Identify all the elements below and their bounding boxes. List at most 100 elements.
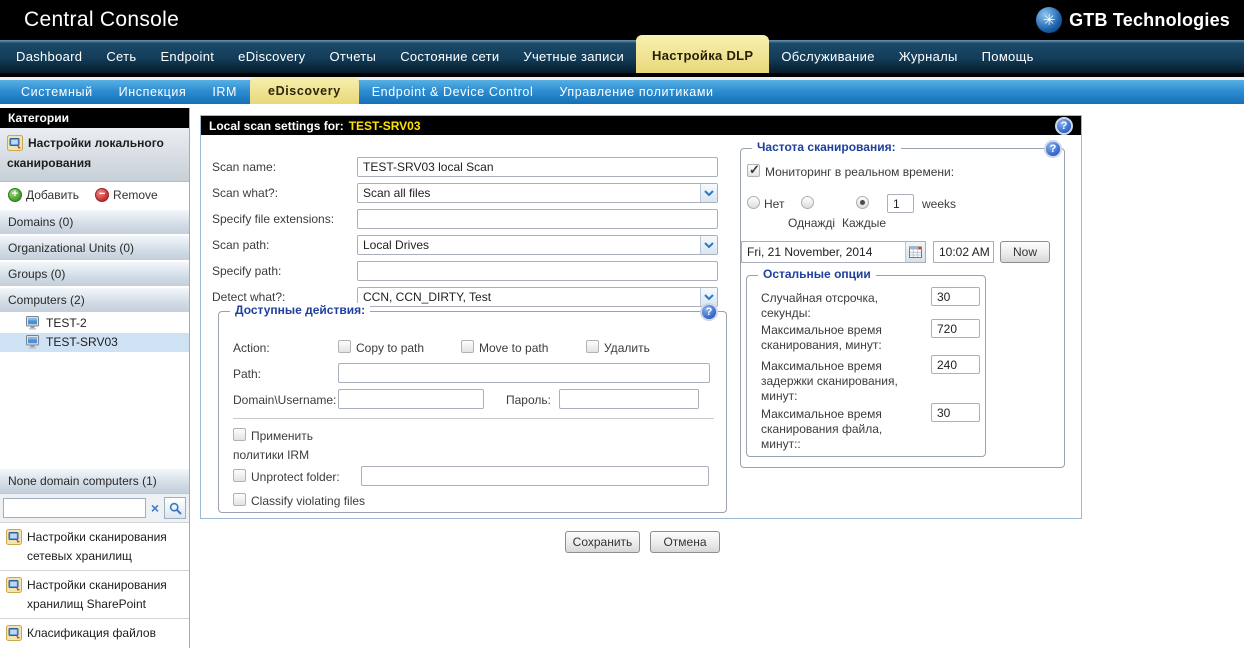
subnav-inspection[interactable]: Инспекция bbox=[106, 80, 200, 104]
nav-maintenance[interactable]: Обслуживание bbox=[769, 40, 886, 73]
sidebar-item-file-classification[interactable]: Класификация файлов bbox=[0, 618, 189, 648]
scan-path-select[interactable]: Local Drives bbox=[357, 235, 718, 255]
nav-dashboard[interactable]: Dashboard bbox=[4, 40, 94, 73]
sidebar-group-none-domain-computers[interactable]: None domain computers (1) bbox=[0, 469, 189, 494]
subnav-system[interactable]: Системный bbox=[8, 80, 106, 104]
detect-what-select[interactable]: CCN, CCN_DIRTY, Test bbox=[357, 287, 718, 307]
save-button[interactable]: Сохранить bbox=[565, 531, 640, 553]
unprotect-folder-checkbox[interactable] bbox=[233, 469, 246, 482]
add-plus-icon: + bbox=[8, 187, 22, 202]
path-label: Path: bbox=[233, 367, 262, 381]
copy-to-path-label: Copy to path bbox=[356, 341, 425, 355]
actions-fieldset: Доступные действия: ? Action: Copy to pa… bbox=[218, 303, 727, 513]
realtime-monitoring-label: Мониторинг в реальном времени: bbox=[765, 165, 955, 179]
frequency-every-radio[interactable] bbox=[856, 196, 869, 209]
calendar-icon[interactable] bbox=[905, 242, 925, 262]
detect-what-value: CCN, CCN_DIRTY, Test bbox=[363, 290, 492, 304]
sidebar-item-sharepoint-scan[interactable]: Настройки сканирования хранилищ SharePoi… bbox=[0, 570, 189, 619]
subnav-endpoint-device-control[interactable]: Endpoint & Device Control bbox=[359, 80, 547, 104]
search-input[interactable] bbox=[3, 498, 146, 519]
sidebar-add-remove-row: + Добавить − Remove bbox=[0, 181, 189, 208]
apply-irm-label-line2: политики IRM bbox=[233, 448, 310, 462]
file-extensions-input[interactable] bbox=[357, 209, 718, 229]
time-value: 10:02 AM bbox=[939, 245, 990, 259]
computer-name: TEST-2 bbox=[46, 316, 87, 331]
nav-network-status[interactable]: Состояние сети bbox=[388, 40, 511, 73]
nav-dlp-setup-active[interactable]: Настройка DLP bbox=[636, 35, 770, 73]
other-options-legend: Остальные опции bbox=[758, 267, 876, 281]
scan-path-label: Scan path: bbox=[212, 238, 270, 252]
help-icon[interactable]: ? bbox=[1055, 116, 1073, 135]
app-title: Central Console bbox=[24, 8, 180, 31]
specify-path-input[interactable] bbox=[357, 261, 718, 281]
remove-minus-icon: − bbox=[95, 187, 110, 202]
tree-item-computer[interactable]: TEST-2 bbox=[0, 314, 189, 333]
helm-logo-icon: ✳ bbox=[1036, 7, 1063, 33]
sidebar-group-computers[interactable]: Computers (2) bbox=[0, 287, 189, 312]
random-delay-input[interactable] bbox=[931, 287, 980, 306]
nav-help[interactable]: Помощь bbox=[970, 40, 1046, 73]
classify-files-checkbox[interactable] bbox=[233, 493, 246, 506]
frequency-once-radio[interactable] bbox=[801, 196, 814, 209]
classify-files-label: Classify violating files bbox=[251, 494, 366, 508]
frequency-no-radio[interactable] bbox=[747, 196, 760, 209]
remove-button[interactable]: − Remove bbox=[95, 187, 158, 202]
nav-accounts[interactable]: Учетные записи bbox=[511, 40, 636, 73]
sidebar-group-domains[interactable]: Domains (0) bbox=[0, 209, 189, 234]
scan-what-select[interactable]: Scan all files bbox=[357, 183, 718, 203]
computer-icon bbox=[26, 316, 39, 330]
nav-reports[interactable]: Отчеты bbox=[317, 40, 388, 73]
add-button[interactable]: + Добавить bbox=[8, 187, 79, 202]
scan-name-input[interactable] bbox=[357, 157, 718, 177]
search-icon bbox=[169, 502, 182, 515]
nav-logs[interactable]: Журналы bbox=[887, 40, 970, 73]
nav-network[interactable]: Сеть bbox=[94, 40, 148, 73]
help-icon[interactable]: ? bbox=[1044, 140, 1062, 158]
sub-nav: Системный Инспекция IRM eDiscovery Endpo… bbox=[0, 77, 1244, 104]
max-scan-delay-input[interactable] bbox=[931, 355, 980, 374]
search-button[interactable] bbox=[164, 497, 186, 520]
password-input[interactable] bbox=[559, 389, 699, 409]
subnav-irm[interactable]: IRM bbox=[199, 80, 250, 104]
path-input[interactable] bbox=[338, 363, 710, 383]
nav-endpoint[interactable]: Endpoint bbox=[148, 40, 226, 73]
sidebar-group-organizational-units[interactable]: Organizational Units (0) bbox=[0, 235, 189, 260]
clear-search-icon[interactable]: × bbox=[148, 500, 162, 516]
file-extensions-label: Specify file extensions: bbox=[212, 212, 335, 226]
nav-ediscovery[interactable]: eDiscovery bbox=[226, 40, 317, 73]
domain-username-input[interactable] bbox=[338, 389, 484, 409]
password-label: Пароль: bbox=[506, 393, 551, 407]
frequency-every-label: Каждые bbox=[842, 216, 886, 230]
divider bbox=[233, 418, 714, 419]
subnav-policy-management[interactable]: Управление политиками bbox=[546, 80, 726, 104]
weeks-label: weeks bbox=[922, 197, 957, 211]
cancel-button[interactable]: Отмена bbox=[650, 531, 720, 553]
main-panel: Local scan settings for: TEST-SRV03 ? Sc… bbox=[200, 115, 1082, 519]
tree-item-computer-selected[interactable]: TEST-SRV03 bbox=[0, 332, 189, 352]
subnav-ediscovery-active[interactable]: eDiscovery bbox=[250, 77, 359, 104]
copy-to-path-checkbox[interactable] bbox=[338, 340, 351, 353]
max-file-scan-time-input[interactable] bbox=[931, 403, 980, 422]
page: Central Console ✳ GTB Technologies Dashb… bbox=[0, 0, 1244, 648]
frequency-once-label: Однаждi bbox=[788, 216, 836, 230]
move-to-path-checkbox[interactable] bbox=[461, 340, 474, 353]
sidebar-item-local-scan-settings[interactable]: Настройки локального сканирования bbox=[0, 128, 189, 182]
delete-checkbox[interactable] bbox=[586, 340, 599, 353]
now-button[interactable]: Now bbox=[1000, 241, 1050, 263]
time-input[interactable]: 10:02 AM bbox=[933, 241, 994, 263]
apply-irm-checkbox[interactable] bbox=[233, 428, 246, 441]
specify-path-label: Specify path: bbox=[212, 264, 282, 278]
date-picker[interactable]: Fri, 21 November, 2014 bbox=[741, 241, 926, 263]
sidebar-item-label: Класификация файлов bbox=[27, 626, 156, 641]
chevron-down-icon bbox=[700, 184, 717, 202]
scan-what-label: Scan what?: bbox=[212, 186, 279, 200]
remove-label: Remove bbox=[113, 187, 158, 202]
realtime-monitoring-checkbox[interactable] bbox=[747, 162, 760, 178]
unprotect-folder-input[interactable] bbox=[361, 466, 709, 486]
unprotect-folder-label: Unprotect folder: bbox=[251, 470, 340, 484]
weeks-input[interactable] bbox=[887, 194, 914, 213]
max-scan-time-input[interactable] bbox=[931, 319, 980, 338]
sidebar-item-network-storage-scan[interactable]: Настройки сканирования сетевых хранилищ bbox=[0, 522, 189, 571]
help-icon[interactable]: ? bbox=[700, 303, 718, 321]
sidebar-group-groups[interactable]: Groups (0) bbox=[0, 261, 189, 286]
